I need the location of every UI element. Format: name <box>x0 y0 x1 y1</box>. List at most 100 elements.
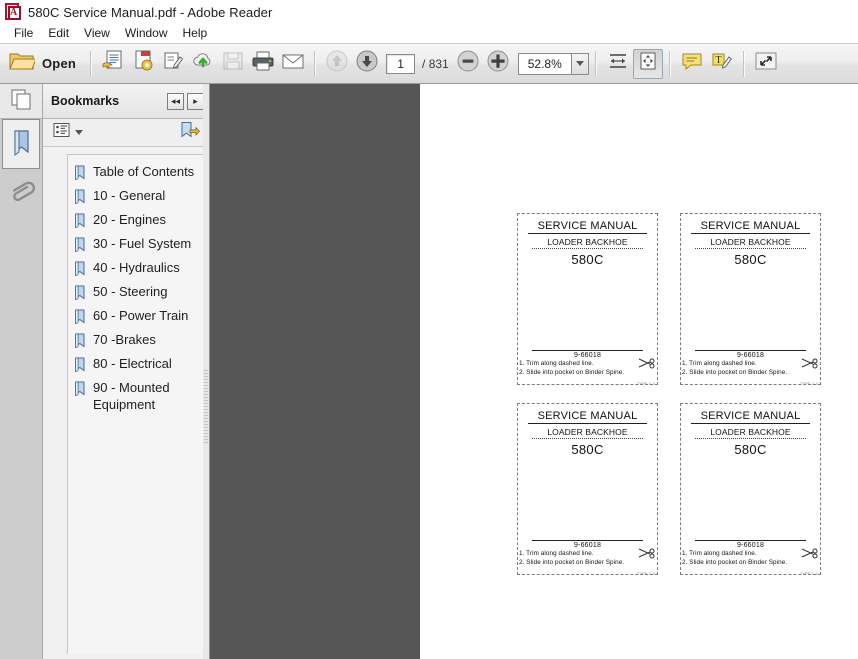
bookmark-item-50-steering[interactable]: 50 - Steering <box>68 281 204 305</box>
menu-file[interactable]: File <box>7 25 41 42</box>
bookmark-icon <box>74 357 87 373</box>
page-number-input[interactable]: 1 <box>386 53 416 74</box>
highlight-text-icon: T <box>710 50 734 77</box>
menu-view[interactable]: View <box>77 25 118 42</box>
menu-edit[interactable]: Edit <box>41 25 77 42</box>
open-folder-icon <box>9 50 37 77</box>
toolbar-separator <box>314 50 317 77</box>
bookmark-item-80-electrical[interactable]: 80 - Electrical <box>68 353 204 377</box>
open-button[interactable]: Open <box>5 47 84 80</box>
card-footer-mark: TYPE 1-4 <box>636 571 655 576</box>
email-button[interactable] <box>278 49 308 79</box>
card-subtitle: LOADER BACKHOE <box>532 237 643 249</box>
menu-bar: File Edit View Window Help <box>0 24 858 43</box>
card-content: SERVICE MANUAL LOADER BACKHOE 580C 9-660… <box>687 408 814 549</box>
toolbar-separator <box>742 50 745 77</box>
open-label: Open <box>42 56 77 71</box>
window-title: 580C Service Manual.pdf - Adobe Reader <box>28 4 273 20</box>
scissors-icon <box>638 356 656 369</box>
highlight-text-button[interactable]: T <box>707 49 737 79</box>
export-pdf-button[interactable] <box>128 49 158 79</box>
chevron-right-icon: ▸ <box>193 95 198 106</box>
bookmark-icon <box>74 285 87 301</box>
card-subtitle: LOADER BACKHOE <box>695 427 806 439</box>
cloud-upload-icon <box>191 49 215 78</box>
bookmark-icon <box>74 333 87 349</box>
rail-item-bookmarks[interactable] <box>2 119 40 169</box>
bookmark-item-30-fuel-system[interactable]: 30 - Fuel System <box>68 233 204 257</box>
menu-help[interactable]: Help <box>176 25 216 42</box>
fit-width-button[interactable] <box>603 49 633 79</box>
card-part-number: 9-66018 <box>695 350 806 359</box>
bookmark-item-90-mounted-equipment[interactable]: 90 - Mounted Equipment <box>68 377 204 415</box>
new-bookmark-icon <box>180 121 201 144</box>
bookmark-label: 80 - Electrical <box>93 356 172 371</box>
fit-width-icon <box>607 50 629 77</box>
bookmark-item-table-of-contents[interactable]: Table of Contents <box>68 161 204 185</box>
card-part-number: 9-66018 <box>532 350 643 359</box>
card-footer-mark: TYPE 1-4 <box>799 571 818 576</box>
bookmark-item-40-hydraulics[interactable]: 40 - Hydraulics <box>68 257 204 281</box>
card-notes: 1. Trim along dashed line. 2. Slide into… <box>519 550 624 567</box>
card-note-1: 1. Trim along dashed line. <box>519 550 594 557</box>
adobe-pdf-icon: A <box>3 2 23 22</box>
new-bookmark-button[interactable] <box>178 119 202 146</box>
expand-pane-button[interactable] <box>751 49 781 79</box>
card-content: SERVICE MANUAL LOADER BACKHOE 580C 9-660… <box>687 218 814 359</box>
zoom-in-button[interactable] <box>483 49 513 79</box>
bookmark-icon <box>74 213 87 229</box>
svg-text:T: T <box>715 55 721 66</box>
bookmark-item-10-general[interactable]: 10 - General <box>68 185 204 209</box>
panel-grip-dots <box>204 369 208 445</box>
bookmarks-toolbar <box>43 119 209 147</box>
bookmarks-list[interactable]: Table of Contents 10 - General 20 - Engi… <box>67 154 205 654</box>
next-page-icon <box>355 49 379 78</box>
print-button[interactable] <box>248 49 278 79</box>
previous-page-button[interactable] <box>322 49 352 79</box>
rail-item-page-thumbnails[interactable] <box>0 84 42 119</box>
create-pdf-button[interactable] <box>98 49 128 79</box>
bookmark-label: 90 - Mounted Equipment <box>93 380 170 412</box>
panel-title: Bookmarks <box>51 94 120 108</box>
bookmark-item-60-power-train[interactable]: 60 - Power Train <box>68 305 204 329</box>
spine-card: SERVICE MANUAL LOADER BACKHOE 580C 9-660… <box>680 403 821 576</box>
menu-window[interactable]: Window <box>118 25 176 42</box>
rail-item-attachments[interactable] <box>0 169 42 219</box>
zoom-dropdown-button[interactable] <box>570 52 589 75</box>
bookmark-options-button[interactable] <box>51 120 85 145</box>
spine-card: SERVICE MANUAL LOADER BACKHOE 580C 9-660… <box>680 213 821 386</box>
bookmark-item-20-engines[interactable]: 20 - Engines <box>68 209 204 233</box>
card-model: 580C <box>571 252 604 267</box>
card-title: SERVICE MANUAL <box>691 220 810 234</box>
send-files-button[interactable] <box>188 49 218 79</box>
fit-page-button[interactable] <box>632 48 663 79</box>
card-footer-mark: TYPE 1-4 <box>636 381 655 386</box>
spine-card: SERVICE MANUAL LOADER BACKHOE 580C 9-660… <box>517 403 658 576</box>
bookmark-icon <box>74 381 87 397</box>
edit-pdf-button[interactable] <box>158 49 188 79</box>
save-icon <box>222 50 244 77</box>
next-page-button[interactable] <box>352 49 382 79</box>
edit-pdf-icon <box>161 49 185 78</box>
card-note-2: 2. Slide into pocket on Binder Spine. <box>682 368 788 376</box>
document-viewport[interactable]: SERVICE MANUAL LOADER BACKHOE 580C 9-660… <box>210 84 858 659</box>
zoom-out-button[interactable] <box>453 49 483 79</box>
save-button[interactable] <box>218 49 248 79</box>
scissors-icon <box>638 546 656 559</box>
card-model: 580C <box>571 442 604 457</box>
adobe-reader-window: A 580C Service Manual.pdf - Adobe Reader… <box>0 0 858 659</box>
card-note-2: 2. Slide into pocket on Binder Spine. <box>519 368 625 376</box>
expand-pane-icon <box>754 50 778 77</box>
panel-prev-button[interactable]: ◂◂ <box>167 92 184 110</box>
panel-resize-handle[interactable] <box>203 84 209 659</box>
toolbar-separator <box>90 50 93 77</box>
bookmark-label: 10 - General <box>93 188 166 203</box>
bookmark-icon <box>74 309 87 325</box>
pdf-page-1: SERVICE MANUAL LOADER BACKHOE 580C 9-660… <box>420 84 858 659</box>
comment-button[interactable] <box>677 49 707 79</box>
zoom-level-input[interactable]: 52.8% <box>517 52 571 75</box>
panel-next-button[interactable]: ▸ <box>187 92 204 110</box>
spine-card: SERVICE MANUAL LOADER BACKHOE 580C 9-660… <box>517 213 658 386</box>
binder-spine-cards: SERVICE MANUAL LOADER BACKHOE 580C 9-660… <box>517 213 827 576</box>
bookmark-item-70-brakes[interactable]: 70 -Brakes <box>68 329 204 353</box>
